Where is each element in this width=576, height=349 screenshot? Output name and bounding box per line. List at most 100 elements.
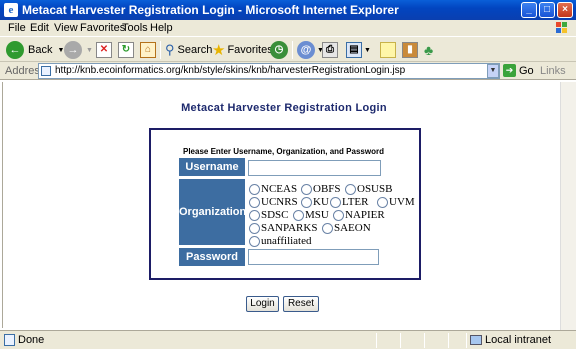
title-bar: e Metacat Harvester Registration Login -… <box>0 0 576 20</box>
window-title: Metacat Harvester Registration Login - M… <box>22 3 399 17</box>
favorites-button[interactable]: ★ Favorites <box>212 40 273 60</box>
mail-button[interactable]: @ ▼ <box>297 40 324 60</box>
radio-button-icon[interactable] <box>301 196 312 208</box>
research-button[interactable]: ▮ <box>402 40 418 60</box>
radio-sanparks[interactable]: SANPARKS <box>249 222 317 234</box>
mail-icon: @ <box>297 41 315 59</box>
maximize-button[interactable]: □ <box>539 2 555 18</box>
radio-ucnrs[interactable]: UCNRS <box>249 196 298 208</box>
status-divider <box>400 333 401 348</box>
radio-button-icon[interactable] <box>330 196 341 208</box>
stop-icon: ✕ <box>96 42 112 58</box>
radio-button-icon[interactable] <box>322 222 333 234</box>
zone-label: Local intranet <box>485 334 552 346</box>
ie-icon: e <box>4 3 18 17</box>
radio-label: KU <box>313 196 329 208</box>
windows-flag-icon <box>556 22 567 33</box>
toolbar-divider <box>292 41 293 59</box>
radio-button-icon[interactable] <box>301 183 312 195</box>
menu-help[interactable]: Help <box>150 22 173 34</box>
star-icon: ★ <box>212 42 226 59</box>
edit-button[interactable]: ▤ ▼ <box>346 40 371 60</box>
login-form: Please Enter Username, Organization, and… <box>149 128 421 280</box>
status-bar: Done Local intranet <box>0 330 576 349</box>
radio-msu[interactable]: MSU <box>293 209 329 221</box>
intranet-icon <box>470 335 482 345</box>
radio-napier[interactable]: NAPIER <box>333 209 385 221</box>
radio-osusb[interactable]: OSUSB <box>345 183 392 195</box>
page-icon <box>41 66 51 76</box>
radio-label: SAEON <box>334 222 371 234</box>
page-content: Metacat Harvester Registration Login Ple… <box>2 82 574 328</box>
history-button[interactable]: ◷ <box>270 40 288 60</box>
search-icon: ⚲ <box>165 42 175 57</box>
back-button[interactable]: ← Back ▼ <box>6 40 64 60</box>
close-button[interactable]: × <box>557 2 573 18</box>
address-dropdown-button[interactable]: ▼ <box>487 64 499 78</box>
discuss-button[interactable] <box>380 40 396 60</box>
research-icon: ▮ <box>402 42 418 58</box>
page-icon <box>4 334 15 346</box>
vertical-scrollbar[interactable] <box>560 82 576 330</box>
organization-label: Organization <box>179 179 246 245</box>
username-field[interactable] <box>248 160 381 176</box>
radio-ku[interactable]: KU <box>301 196 329 208</box>
search-label: Search <box>177 44 213 56</box>
chevron-down-icon: ▼ <box>86 46 93 54</box>
forward-button[interactable]: → ▼ <box>64 40 93 60</box>
radio-saeon[interactable]: SAEON <box>322 222 371 234</box>
password-field[interactable] <box>248 249 379 265</box>
radio-button-icon[interactable] <box>249 209 260 221</box>
radio-uvm[interactable]: UVM <box>377 196 415 208</box>
radio-button-icon[interactable] <box>249 222 260 234</box>
status-divider <box>448 333 449 348</box>
history-icon: ◷ <box>270 41 288 59</box>
status-divider <box>466 333 467 348</box>
search-button[interactable]: ⚲ Search <box>165 40 212 60</box>
radio-label: OBFS <box>313 183 341 195</box>
back-arrow-icon: ← <box>6 41 24 59</box>
refresh-button[interactable]: ↻ <box>118 40 134 60</box>
radio-label: NAPIER <box>345 209 385 221</box>
radio-lter[interactable]: LTER <box>330 196 369 208</box>
radio-sdsc[interactable]: SDSC <box>249 209 289 221</box>
radio-button-icon[interactable] <box>345 183 356 195</box>
home-button[interactable]: ⌂ <box>140 40 156 60</box>
radio-label: NCEAS <box>261 183 298 195</box>
radio-obfs[interactable]: OBFS <box>301 183 341 195</box>
note-icon <box>380 42 396 58</box>
radio-button-icon[interactable] <box>249 196 260 208</box>
security-zone: Local intranet <box>470 334 551 346</box>
printer-icon: ⎙ <box>322 42 338 58</box>
menu-favorites[interactable]: Favorites <box>80 22 125 34</box>
radio-button-icon[interactable] <box>249 183 260 195</box>
radio-button-icon[interactable] <box>377 196 388 208</box>
chevron-down-icon: ▼ <box>364 46 371 54</box>
radio-unaffiliated[interactable]: unaffiliated <box>249 235 312 247</box>
messenger-button[interactable]: ♣ <box>424 40 433 60</box>
radio-button-icon[interactable] <box>333 209 344 221</box>
back-label: Back <box>28 44 53 56</box>
menu-view[interactable]: View <box>54 22 78 34</box>
radio-label: UCNRS <box>261 196 298 208</box>
minimize-button[interactable]: _ <box>521 2 537 18</box>
address-input[interactable]: http://knb.ecoinformatics.org/knb/style/… <box>38 63 500 79</box>
reset-button[interactable]: Reset <box>283 296 319 312</box>
go-button[interactable]: ➔ Go <box>503 64 534 77</box>
radio-label: UVM <box>389 196 415 208</box>
menu-edit[interactable]: Edit <box>30 22 49 34</box>
radio-button-icon[interactable] <box>249 235 260 247</box>
home-icon: ⌂ <box>140 42 156 58</box>
radio-label: SANPARKS <box>261 222 318 234</box>
radio-label: SDSC <box>261 209 289 221</box>
forward-arrow-icon: → <box>64 41 82 59</box>
radio-nceas[interactable]: NCEAS <box>249 183 297 195</box>
menu-file[interactable]: File <box>8 22 26 34</box>
links-button[interactable]: Links <box>540 65 566 77</box>
radio-button-icon[interactable] <box>293 209 304 221</box>
stop-button[interactable]: ✕ <box>96 40 112 60</box>
print-button[interactable]: ⎙ <box>322 40 338 60</box>
menu-tools[interactable]: Tools <box>122 22 148 34</box>
toolbar: ← Back ▼ → ▼ ✕ ↻ ⌂ ⚲ Search ★ Favorites … <box>0 36 576 62</box>
login-button[interactable]: Login <box>246 296 279 312</box>
